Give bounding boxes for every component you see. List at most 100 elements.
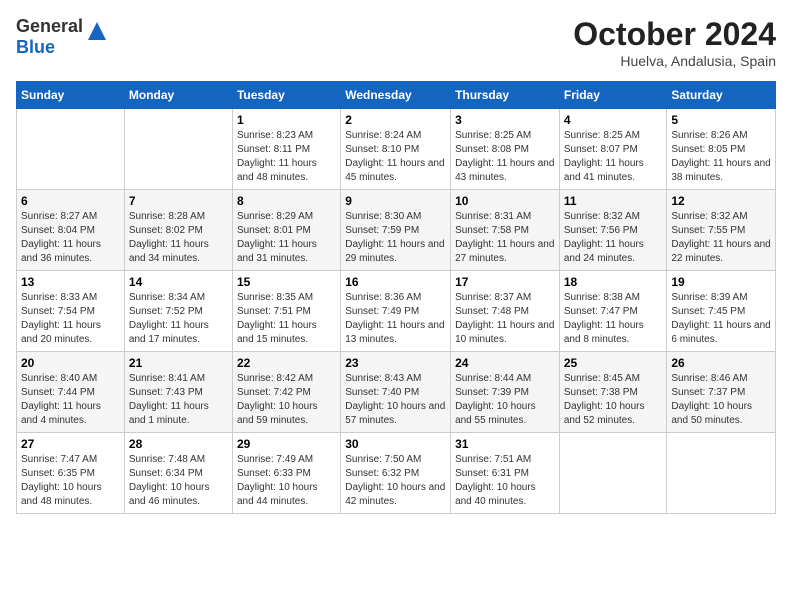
weekday-header-row: SundayMondayTuesdayWednesdayThursdayFrid…: [17, 82, 776, 109]
weekday-header-saturday: Saturday: [667, 82, 776, 109]
calendar-cell: [124, 109, 232, 190]
day-info: Sunrise: 7:50 AMSunset: 6:32 PMDaylight:…: [345, 453, 446, 509]
calendar-week-row: 6 Sunrise: 8:27 AMSunset: 8:04 PMDaylight…: [17, 190, 776, 271]
calendar-cell: 31 Sunrise: 7:51 AMSunset: 6:31 PMDayligh…: [451, 433, 560, 514]
day-info: Sunrise: 7:48 AMSunset: 6:34 PMDaylight:…: [129, 453, 228, 509]
calendar-cell: 8Sunrise: 8:29 AMSunset: 8:01 PMDaylight…: [232, 190, 340, 271]
logo-blue: Blue: [16, 37, 83, 58]
day-info: Sunrise: 8:36 AMSunset: 7:49 PMDaylight:…: [345, 291, 446, 347]
calendar-cell: 9 Sunrise: 8:30 AMSunset: 7:59 PMDaylight…: [341, 190, 451, 271]
weekday-header-friday: Friday: [559, 82, 667, 109]
day-info: Sunrise: 7:51 AMSunset: 6:31 PMDaylight:…: [455, 453, 555, 509]
calendar-cell: 2Sunrise: 8:24 AMSunset: 8:10 PMDaylight…: [341, 109, 451, 190]
day-number: 27: [21, 437, 120, 451]
day-number: 9: [345, 194, 446, 208]
calendar-cell: 25 Sunrise: 8:45 AMSunset: 7:38 PMDayligh…: [559, 352, 667, 433]
day-number: 25: [564, 356, 663, 370]
day-number: 24: [455, 356, 555, 370]
day-info: Sunrise: 8:34 AMSunset: 7:52 PMDaylight:…: [129, 291, 228, 347]
calendar-cell: [17, 109, 125, 190]
calendar-cell: 18 Sunrise: 8:38 AMSunset: 7:47 PMDayligh…: [559, 271, 667, 352]
calendar-cell: 30Sunrise: 7:50 AMSunset: 6:32 PMDayligh…: [341, 433, 451, 514]
day-info: Sunrise: 8:27 AMSunset: 8:04 PMDaylight:…: [21, 210, 120, 266]
day-number: 21: [129, 356, 228, 370]
day-info: Sunrise: 8:46 AMSunset: 7:37 PMDaylight:…: [671, 372, 771, 428]
logo-arrow-icon: [86, 20, 108, 42]
calendar-week-row: 20 Sunrise: 8:40 AMSunset: 7:44 PMDayligh…: [17, 352, 776, 433]
day-number: 14: [129, 275, 228, 289]
day-number: 28: [129, 437, 228, 451]
calendar-table: SundayMondayTuesdayWednesdayThursdayFrid…: [16, 81, 776, 514]
day-number: 3: [455, 113, 555, 127]
calendar-cell: 11 Sunrise: 8:32 AMSunset: 7:56 PMDayligh…: [559, 190, 667, 271]
day-info: Sunrise: 8:40 AMSunset: 7:44 PMDaylight:…: [21, 372, 120, 428]
logo-general: General: [16, 16, 83, 37]
day-number: 19: [671, 275, 771, 289]
weekday-header-sunday: Sunday: [17, 82, 125, 109]
day-number: 2: [345, 113, 446, 127]
day-number: 18: [564, 275, 663, 289]
day-number: 11: [564, 194, 663, 208]
calendar-cell: 1 Sunrise: 8:23 AMSunset: 8:11 PMDaylight…: [232, 109, 340, 190]
weekday-header-wednesday: Wednesday: [341, 82, 451, 109]
calendar-cell: 3 Sunrise: 8:25 AMSunset: 8:08 PMDaylight…: [451, 109, 560, 190]
day-info: Sunrise: 8:44 AMSunset: 7:39 PMDaylight:…: [455, 372, 555, 428]
calendar-cell: 26 Sunrise: 8:46 AMSunset: 7:37 PMDayligh…: [667, 352, 776, 433]
day-number: 4: [564, 113, 663, 127]
calendar-cell: 21 Sunrise: 8:41 AMSunset: 7:43 PMDayligh…: [124, 352, 232, 433]
day-info: Sunrise: 8:45 AMSunset: 7:38 PMDaylight:…: [564, 372, 663, 428]
day-number: 23: [345, 356, 446, 370]
day-number: 1: [237, 113, 336, 127]
calendar-cell: 13Sunrise: 8:33 AMSunset: 7:54 PMDayligh…: [17, 271, 125, 352]
day-number: 15: [237, 275, 336, 289]
day-info: Sunrise: 8:41 AMSunset: 7:43 PMDaylight:…: [129, 372, 228, 428]
day-number: 22: [237, 356, 336, 370]
calendar-cell: 14 Sunrise: 8:34 AMSunset: 7:52 PMDayligh…: [124, 271, 232, 352]
page-header: General Blue October 2024 Huelva, Andalu…: [16, 16, 776, 69]
day-info: Sunrise: 8:32 AMSunset: 7:56 PMDaylight:…: [564, 210, 663, 266]
day-number: 8: [237, 194, 336, 208]
calendar-week-row: 1 Sunrise: 8:23 AMSunset: 8:11 PMDaylight…: [17, 109, 776, 190]
day-number: 12: [671, 194, 771, 208]
calendar-cell: 10 Sunrise: 8:31 AMSunset: 7:58 PMDayligh…: [451, 190, 560, 271]
calendar-cell: 27 Sunrise: 7:47 AMSunset: 6:35 PMDayligh…: [17, 433, 125, 514]
weekday-header-thursday: Thursday: [451, 82, 560, 109]
day-info: Sunrise: 8:31 AMSunset: 7:58 PMDaylight:…: [455, 210, 555, 266]
calendar-cell: 24 Sunrise: 8:44 AMSunset: 7:39 PMDayligh…: [451, 352, 560, 433]
calendar-week-row: 27 Sunrise: 7:47 AMSunset: 6:35 PMDayligh…: [17, 433, 776, 514]
day-info: Sunrise: 8:28 AMSunset: 8:02 PMDaylight:…: [129, 210, 228, 266]
calendar-cell: 16 Sunrise: 8:36 AMSunset: 7:49 PMDayligh…: [341, 271, 451, 352]
day-number: 31: [455, 437, 555, 451]
calendar-cell: 29Sunrise: 7:49 AMSunset: 6:33 PMDayligh…: [232, 433, 340, 514]
calendar-cell: 4 Sunrise: 8:25 AMSunset: 8:07 PMDaylight…: [559, 109, 667, 190]
calendar-cell: 7Sunrise: 8:28 AMSunset: 8:02 PMDaylight…: [124, 190, 232, 271]
day-info: Sunrise: 8:30 AMSunset: 7:59 PMDaylight:…: [345, 210, 446, 266]
day-info: Sunrise: 8:25 AMSunset: 8:08 PMDaylight:…: [455, 129, 555, 185]
month-title: October 2024: [573, 16, 776, 53]
calendar-header: SundayMondayTuesdayWednesdayThursdayFrid…: [17, 82, 776, 109]
day-info: Sunrise: 8:35 AMSunset: 7:51 PMDaylight:…: [237, 291, 336, 347]
day-info: Sunrise: 7:47 AMSunset: 6:35 PMDaylight:…: [21, 453, 120, 509]
day-info: Sunrise: 8:23 AMSunset: 8:11 PMDaylight:…: [237, 129, 336, 185]
calendar-cell: 23Sunrise: 8:43 AMSunset: 7:40 PMDayligh…: [341, 352, 451, 433]
day-info: Sunrise: 8:25 AMSunset: 8:07 PMDaylight:…: [564, 129, 663, 185]
weekday-header-tuesday: Tuesday: [232, 82, 340, 109]
day-number: 16: [345, 275, 446, 289]
day-info: Sunrise: 8:26 AMSunset: 8:05 PMDaylight:…: [671, 129, 771, 185]
calendar-cell: [667, 433, 776, 514]
day-info: Sunrise: 8:33 AMSunset: 7:54 PMDaylight:…: [21, 291, 120, 347]
calendar-week-row: 13Sunrise: 8:33 AMSunset: 7:54 PMDayligh…: [17, 271, 776, 352]
day-number: 10: [455, 194, 555, 208]
calendar-cell: 5Sunrise: 8:26 AMSunset: 8:05 PMDaylight…: [667, 109, 776, 190]
day-info: Sunrise: 8:38 AMSunset: 7:47 PMDaylight:…: [564, 291, 663, 347]
day-info: Sunrise: 8:39 AMSunset: 7:45 PMDaylight:…: [671, 291, 771, 347]
day-number: 26: [671, 356, 771, 370]
calendar-cell: 20 Sunrise: 8:40 AMSunset: 7:44 PMDayligh…: [17, 352, 125, 433]
calendar-cell: 28 Sunrise: 7:48 AMSunset: 6:34 PMDayligh…: [124, 433, 232, 514]
day-number: 20: [21, 356, 120, 370]
day-info: Sunrise: 8:37 AMSunset: 7:48 PMDaylight:…: [455, 291, 555, 347]
calendar-cell: 15 Sunrise: 8:35 AMSunset: 7:51 PMDayligh…: [232, 271, 340, 352]
day-info: Sunrise: 7:49 AMSunset: 6:33 PMDaylight:…: [237, 453, 336, 509]
day-number: 6: [21, 194, 120, 208]
title-block: October 2024 Huelva, Andalusia, Spain: [573, 16, 776, 69]
